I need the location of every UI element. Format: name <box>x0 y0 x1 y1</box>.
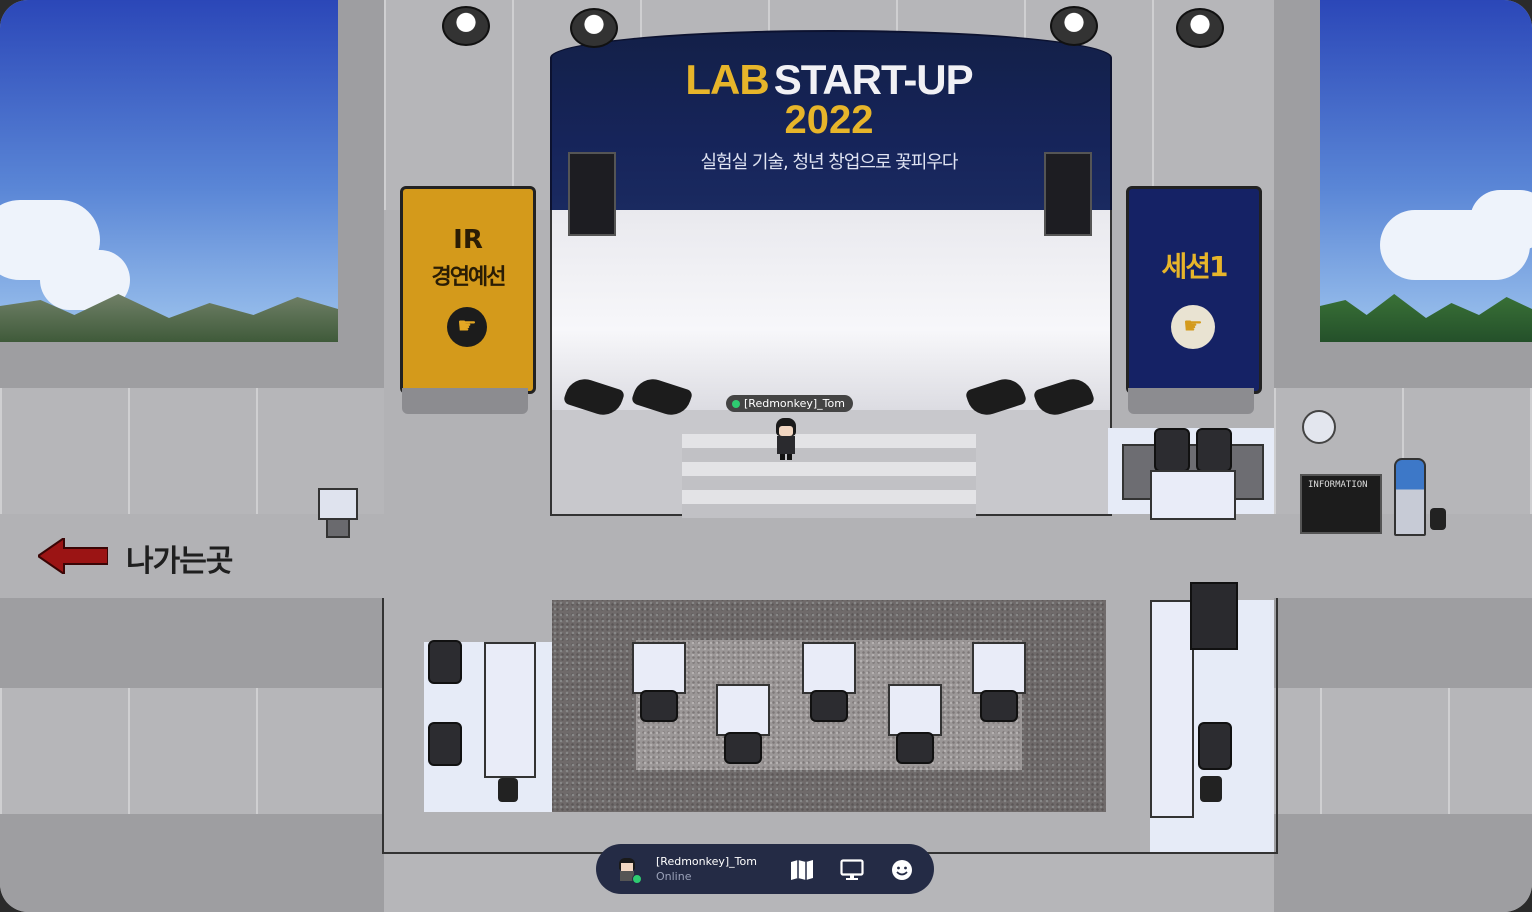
ir-banner-stand <box>402 388 528 414</box>
stage-stairs <box>682 434 976 518</box>
game-viewport[interactable]: LAB START-UP 2022 실험실 기술, 청년 창업으로 꽃피우다 I… <box>0 0 1532 912</box>
left-upper-wall <box>0 342 384 388</box>
water-dispenser <box>1394 458 1426 536</box>
audience-desk <box>888 684 942 736</box>
clock-icon <box>1302 410 1336 444</box>
spotlight-icon <box>570 8 618 48</box>
right-lower-glass <box>1320 688 1532 814</box>
left-bottom-wall <box>0 814 384 912</box>
notice-sign[interactable] <box>318 488 358 520</box>
session-banner-title: 세션1 <box>1161 250 1228 283</box>
trash-bin <box>498 778 518 802</box>
chair <box>980 690 1018 722</box>
spotlight-icon <box>1050 6 1098 46</box>
right-sky-window <box>1320 0 1532 342</box>
session-banner[interactable]: 세션1 ☛ <box>1126 186 1262 394</box>
chair <box>1154 428 1190 472</box>
notice-sign-post <box>326 518 350 538</box>
player-nameplate-text: [Redmonkey]_Tom <box>744 397 845 410</box>
reception-desk <box>1150 470 1236 520</box>
hud-user-status: Online <box>656 870 692 883</box>
bottom-hud: [Redmonkey]_Tom Online <box>596 844 934 894</box>
right-lower-wall <box>1274 598 1532 688</box>
stage-floor-reflection <box>550 210 1108 330</box>
map-icon[interactable] <box>790 859 814 881</box>
ir-banner-title: IR <box>453 225 483 255</box>
audience-desk <box>632 642 686 694</box>
user-avatar[interactable] <box>616 858 642 884</box>
player-avatar[interactable] <box>772 418 800 460</box>
session-banner-stand <box>1128 388 1254 414</box>
stage-title: LAB START-UP <box>550 56 1108 104</box>
hud-user-name: [Redmonkey]_Tom <box>656 855 757 868</box>
title-lab: LAB <box>685 56 769 103</box>
information-board-label: INFORMATION <box>1308 480 1368 490</box>
spotlight-icon <box>1176 8 1224 48</box>
chair <box>724 732 762 764</box>
stage-year: 2022 <box>784 98 874 142</box>
chair <box>896 732 934 764</box>
screen-share-icon[interactable] <box>840 859 864 881</box>
trash-bin <box>1430 508 1446 530</box>
left-pillar <box>338 0 384 388</box>
audience-desk <box>716 684 770 736</box>
pointing-hand-icon[interactable]: ☛ <box>1171 305 1215 349</box>
left-sky-window <box>0 0 338 342</box>
chair <box>428 722 462 766</box>
ir-banner[interactable]: IR 경연예선 ☛ <box>400 186 536 394</box>
stage-subtitle: 실험실 기술, 청년 창업으로 꽃피우다 <box>700 152 958 173</box>
exit-arrow-icon <box>36 536 109 576</box>
player-nameplate: [Redmonkey]_Tom <box>726 395 853 412</box>
left-lower-glass <box>0 688 338 814</box>
emoji-icon[interactable] <box>890 859 914 881</box>
right-pillar <box>1274 0 1320 388</box>
audience-desk <box>802 642 856 694</box>
information-board[interactable]: INFORMATION <box>1300 474 1382 534</box>
left-desk <box>484 642 536 778</box>
title-startup: START-UP <box>773 56 974 103</box>
online-status-dot <box>632 874 642 884</box>
speaker-left <box>568 152 616 236</box>
online-status-dot <box>732 400 740 408</box>
computer-monitor[interactable] <box>1190 582 1238 650</box>
audience-desk <box>972 642 1026 694</box>
chair <box>1198 722 1232 770</box>
speaker-right <box>1044 152 1092 236</box>
exit-label[interactable]: 나가는곳 <box>126 536 233 580</box>
chair <box>428 640 462 684</box>
right-desk <box>1150 600 1194 818</box>
chair <box>640 690 678 722</box>
left-lower-wall <box>0 598 384 688</box>
right-bottom-wall <box>1274 814 1532 912</box>
chair <box>810 690 848 722</box>
chair <box>1196 428 1232 472</box>
spotlight-icon <box>442 6 490 46</box>
ir-banner-subtitle: 경연예선 <box>431 265 507 290</box>
pointing-hand-icon[interactable]: ☛ <box>447 307 487 347</box>
trash-bin <box>1200 776 1222 802</box>
